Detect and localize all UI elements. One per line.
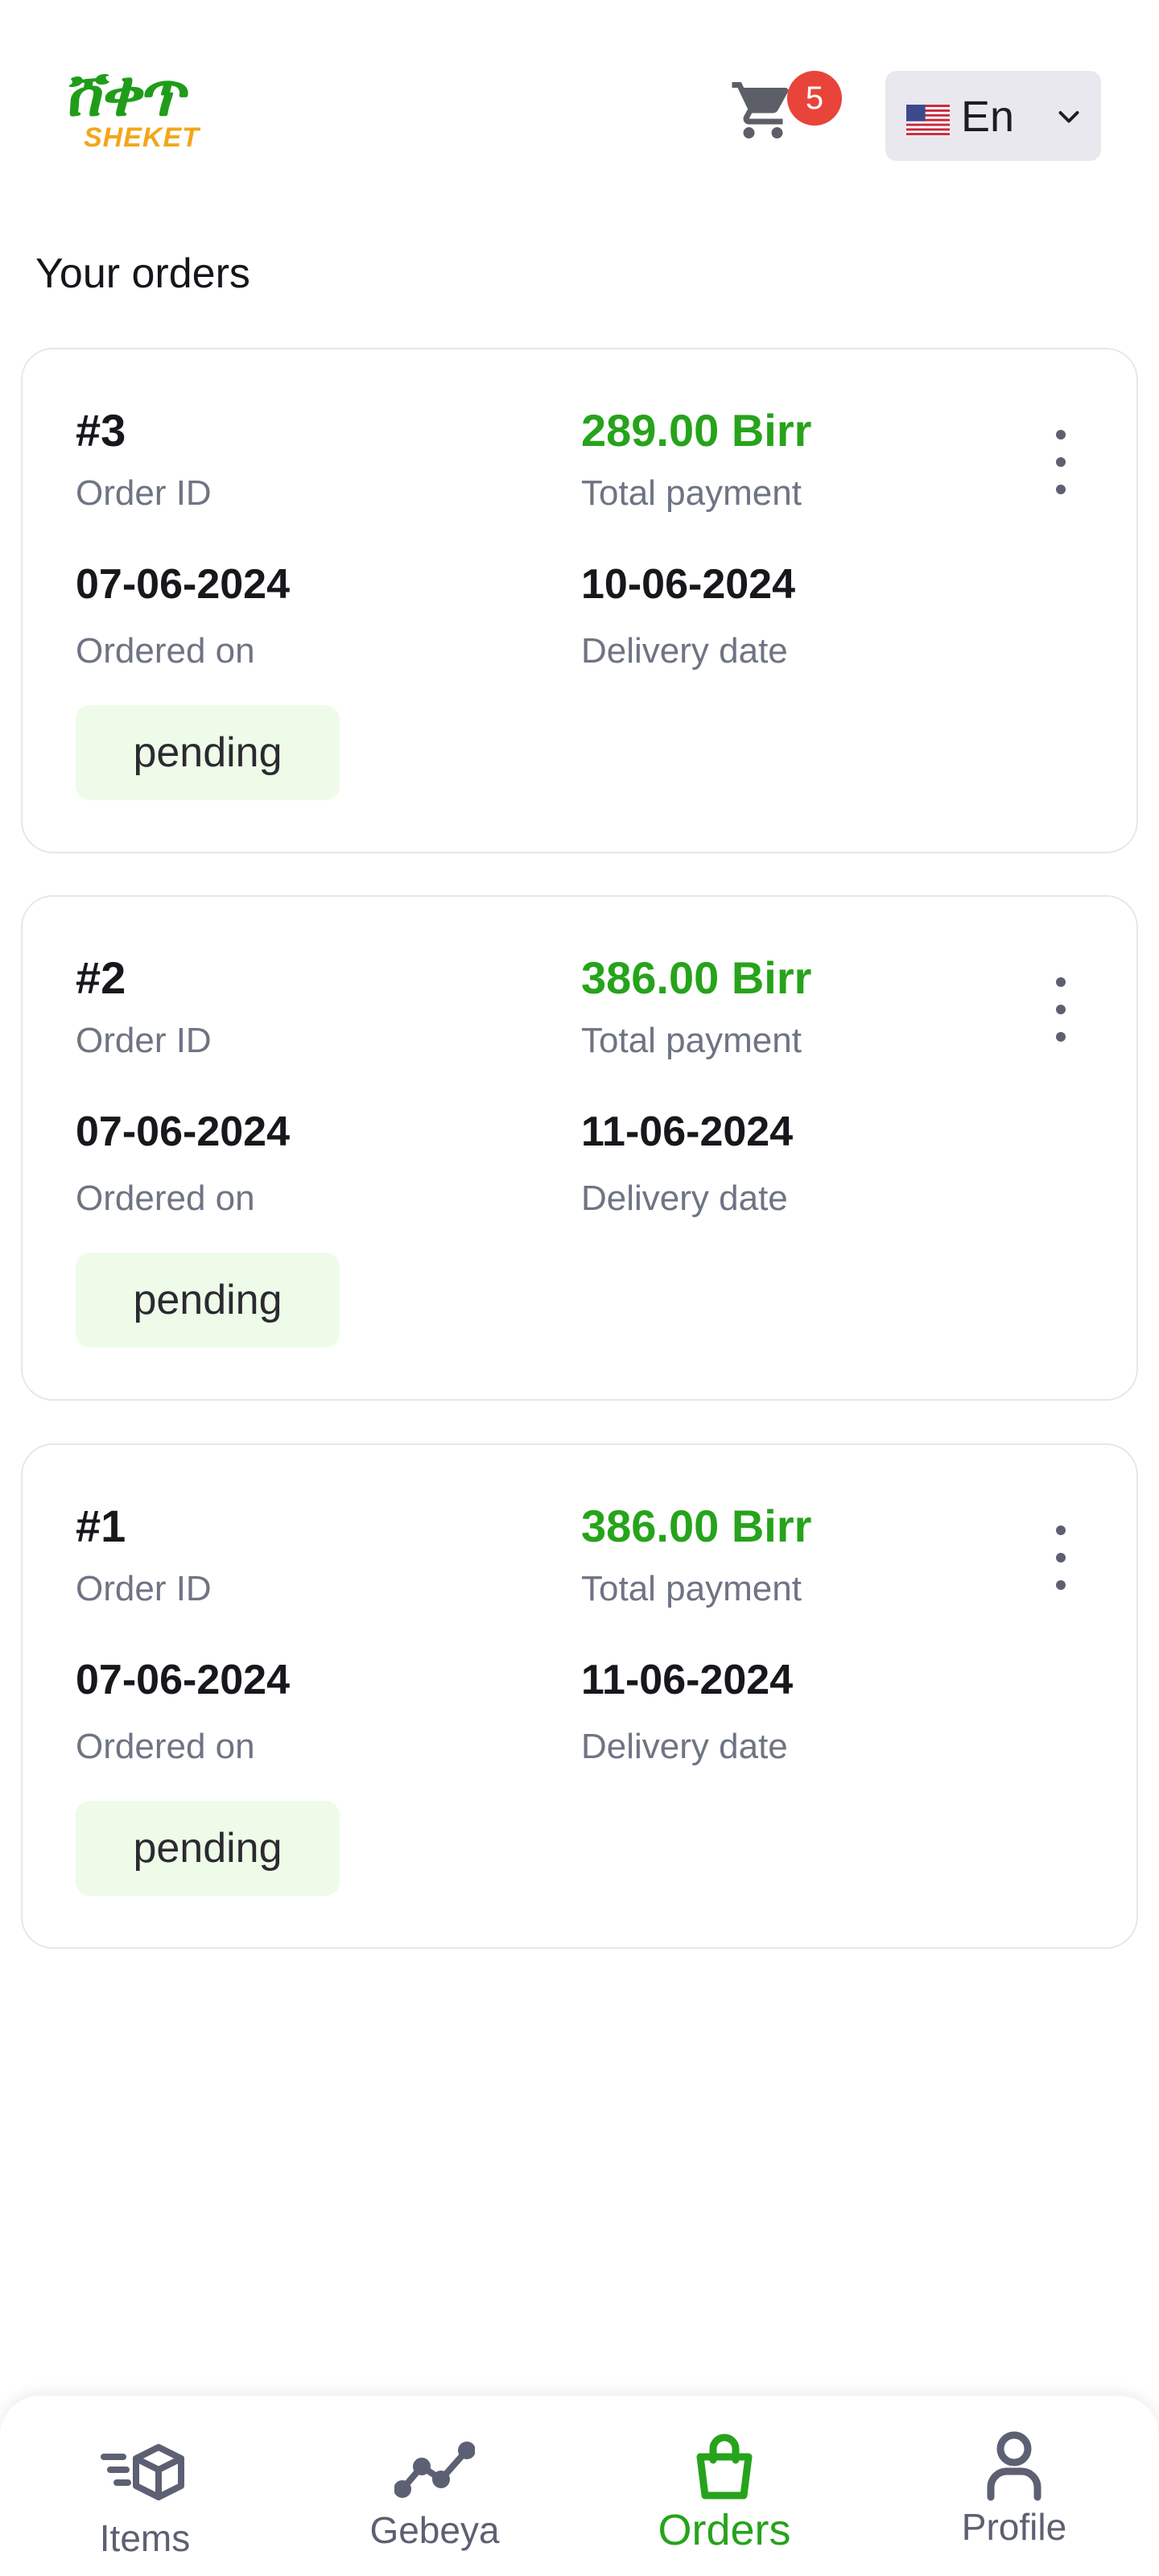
total-payment-label: Total payment (581, 1569, 802, 1608)
order-id: #1 (76, 1501, 126, 1551)
language-selector[interactable]: En (885, 71, 1101, 161)
logo-wordmark: SHEKET (84, 122, 200, 153)
order-card[interactable]: #2 Order ID 386.00 Birr Total payment 07… (21, 895, 1138, 1401)
more-options-icon[interactable] (1045, 977, 1077, 1042)
order-id: #2 (76, 952, 126, 1003)
order-id-label: Order ID (76, 1569, 212, 1608)
cart-count-badge: 5 (787, 71, 842, 126)
ordered-on-label: Ordered on (76, 1179, 255, 1218)
order-id: #3 (76, 405, 126, 456)
delivery-date: 11-06-2024 (581, 1657, 794, 1703)
language-label: En (961, 93, 1015, 141)
ordered-on-date: 07-06-2024 (76, 1108, 290, 1155)
order-id-label: Order ID (76, 1021, 212, 1060)
cart-icon (732, 82, 789, 138)
total-payment: 386.00 Birr (581, 952, 812, 1003)
bottom-nav: Items Gebeya Orders Profile (0, 2396, 1159, 2576)
box-icon (101, 2444, 184, 2500)
ordered-on-date: 07-06-2024 (76, 561, 290, 608)
nav-label-gebeya: Gebeya (369, 2509, 500, 2551)
total-payment: 386.00 Birr (581, 1501, 812, 1551)
ordered-on-label: Ordered on (76, 1727, 255, 1766)
nav-item-profile[interactable]: Profile (893, 2396, 1135, 2576)
delivery-date-label: Delivery date (581, 1179, 788, 1218)
app-header: ሸቀጥ SHEKET 5 En (0, 0, 1159, 209)
delivery-date: 11-06-2024 (581, 1108, 794, 1155)
total-payment-label: Total payment (581, 1021, 802, 1060)
delivery-date: 10-06-2024 (581, 561, 795, 608)
logo-script: ሸቀጥ (62, 57, 192, 130)
nav-label-orders: Orders (658, 2506, 791, 2554)
order-id-label: Order ID (76, 473, 212, 513)
ordered-on-label: Ordered on (76, 631, 255, 671)
shopping-bag-icon (696, 2434, 753, 2500)
trend-line-icon (394, 2442, 475, 2498)
ordered-on-date: 07-06-2024 (76, 1657, 290, 1703)
user-icon (987, 2431, 1041, 2501)
more-options-icon[interactable] (1045, 1525, 1077, 1590)
status-badge: pending (76, 1253, 340, 1348)
status-badge: pending (76, 705, 340, 800)
page-title: Your orders (35, 250, 250, 297)
order-card[interactable]: #1 Order ID 386.00 Birr Total payment 07… (21, 1443, 1138, 1949)
nav-label-profile: Profile (961, 2506, 1067, 2548)
nav-item-orders[interactable]: Orders (604, 2396, 845, 2576)
chevron-down-icon (1058, 111, 1079, 123)
total-payment: 289.00 Birr (581, 405, 812, 456)
order-card[interactable]: #3 Order ID 289.00 Birr Total payment 07… (21, 348, 1138, 853)
delivery-date-label: Delivery date (581, 631, 788, 671)
more-options-icon[interactable] (1045, 430, 1077, 494)
nav-item-items[interactable]: Items (24, 2396, 266, 2576)
nav-label-items: Items (99, 2517, 191, 2559)
nav-item-gebeya[interactable]: Gebeya (314, 2396, 555, 2576)
status-badge: pending (76, 1801, 340, 1896)
cart-button[interactable]: 5 (729, 71, 842, 155)
us-flag-icon (906, 105, 950, 135)
delivery-date-label: Delivery date (581, 1727, 788, 1766)
sheket-logo[interactable]: ሸቀጥ SHEKET (63, 57, 237, 159)
total-payment-label: Total payment (581, 473, 802, 513)
